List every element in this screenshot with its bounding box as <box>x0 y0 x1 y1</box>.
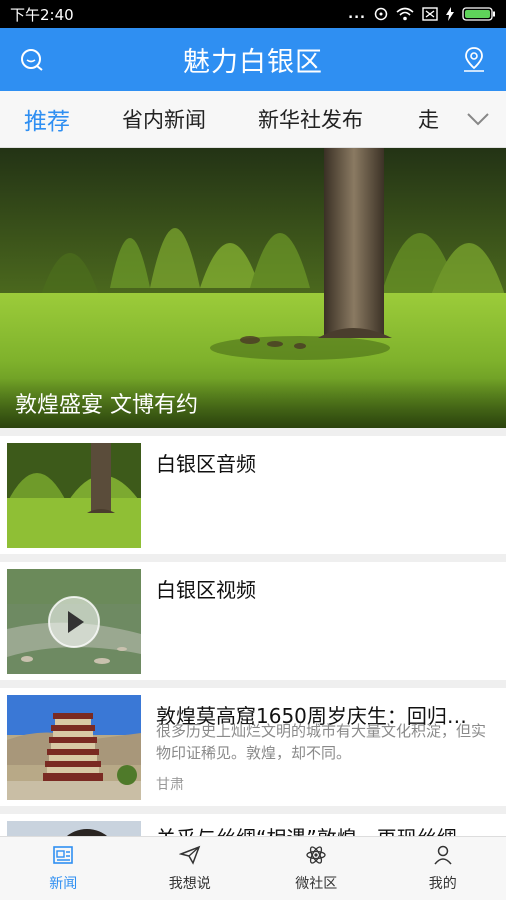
battery-icon <box>462 7 496 21</box>
mogao-pagoda-photo <box>7 695 141 800</box>
list-item-title: 白银区音频 <box>156 452 256 476</box>
app-header: 魅力白银区 <box>0 28 506 91</box>
status-icons: ... <box>348 7 496 22</box>
page-title: 魅力白银区 <box>183 47 323 78</box>
category-tabs: 推荐 省内新闻 新华社发布 走 <box>0 91 506 148</box>
river-video-thumbnail <box>7 569 141 674</box>
app-screen: 下午2:40 ... 魅力白银区 推荐 省内新闻 新华社发布 走 敦煌盛宴 文博… <box>0 0 506 900</box>
bottom-nav: 新闻 我想说 微社区 我的 <box>0 836 506 900</box>
tree-grass-photo <box>7 443 141 548</box>
list-item-title: 白银区视频 <box>156 578 256 602</box>
nav-say[interactable]: 我想说 <box>127 837 254 900</box>
charging-icon <box>446 7 454 21</box>
status-bar: 下午2:40 ... <box>0 0 506 28</box>
nav-news[interactable]: 新闻 <box>0 837 127 900</box>
user-icon <box>432 845 454 869</box>
atom-icon <box>305 845 327 869</box>
nav-mine[interactable]: 我的 <box>380 837 506 900</box>
location-pin-icon[interactable] <box>460 45 488 73</box>
chevron-down-icon[interactable] <box>450 91 506 147</box>
list-item[interactable]: 白银区视频 <box>0 562 506 680</box>
sim-icon <box>422 7 438 21</box>
tab-xinhua[interactable]: 新华社发布 <box>210 104 370 134</box>
tab-province-news[interactable]: 省内新闻 <box>98 104 210 134</box>
sync-icon <box>374 7 388 21</box>
paper-plane-icon <box>178 845 201 869</box>
nav-label: 我想说 <box>168 875 211 892</box>
status-time: 下午2:40 <box>10 5 74 24</box>
news-icon <box>52 845 74 869</box>
hero-banner[interactable]: 敦煌盛宴 文博有约 <box>0 148 506 428</box>
wifi-icon <box>396 7 414 21</box>
list-item-summary: 很多历史上灿烂文明的城市有大量文化积淀，但实物印证稀见。敦煌，却不同。 <box>156 722 487 762</box>
hero-caption: 敦煌盛宴 文博有约 <box>15 393 198 418</box>
tab-partial[interactable]: 走 <box>370 104 439 134</box>
list-item-source: 甘肃 <box>156 777 184 793</box>
list-item[interactable]: 白银区音频 <box>0 436 506 554</box>
more-dots: ... <box>348 6 366 22</box>
nav-label: 新闻 <box>49 875 78 892</box>
tab-recommend[interactable]: 推荐 <box>0 102 98 136</box>
play-icon[interactable] <box>47 595 101 649</box>
search-chat-icon[interactable] <box>18 46 46 74</box>
nav-label: 微社区 <box>295 875 338 892</box>
list-item[interactable]: 敦煌莫高窟1650周岁庆生：回归… 很多历史上灿烂文明的城市有大量文化积淀，但实… <box>0 688 506 806</box>
nav-community[interactable]: 微社区 <box>253 837 380 900</box>
nav-label: 我的 <box>428 875 457 892</box>
